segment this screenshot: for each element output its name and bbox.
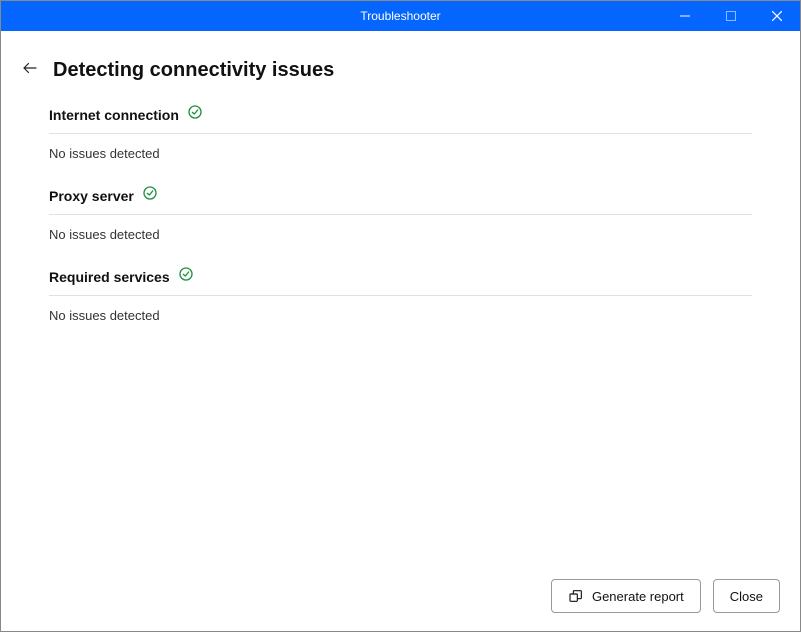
sections: Internet connection No issues detected P… [1,104,800,563]
section-proxy-server: Proxy server No issues detected [49,185,752,242]
maximize-icon [726,11,736,21]
close-icon [772,11,782,21]
generate-report-button[interactable]: Generate report [551,579,701,613]
section-title: Proxy server [49,188,134,204]
close-button[interactable]: Close [713,579,780,613]
section-title: Internet connection [49,107,179,123]
minimize-button[interactable] [662,1,708,31]
section-body: No issues detected [49,296,752,323]
close-window-button[interactable] [754,1,800,31]
content: Detecting connectivity issues Internet c… [1,31,800,631]
report-icon [568,588,584,604]
section-internet-connection: Internet connection No issues detected [49,104,752,161]
close-button-label: Close [730,589,763,604]
minimize-icon [680,11,690,21]
header-row: Detecting connectivity issues [1,31,800,104]
maximize-button[interactable] [708,1,754,31]
check-circle-icon [178,266,194,287]
section-required-services: Required services No issues detected [49,266,752,323]
page-title: Detecting connectivity issues [53,59,334,82]
check-circle-icon [187,104,203,125]
titlebar-controls [662,1,800,31]
back-button[interactable] [21,59,39,82]
section-head: Proxy server [49,185,752,215]
footer: Generate report Close [1,563,800,631]
arrow-left-icon [21,59,39,77]
check-circle-icon [142,185,158,206]
titlebar: Troubleshooter [1,1,800,31]
section-head: Required services [49,266,752,296]
section-title: Required services [49,269,170,285]
generate-report-label: Generate report [592,589,684,604]
section-head: Internet connection [49,104,752,134]
window-title: Troubleshooter [360,9,440,23]
section-body: No issues detected [49,215,752,242]
section-body: No issues detected [49,134,752,161]
